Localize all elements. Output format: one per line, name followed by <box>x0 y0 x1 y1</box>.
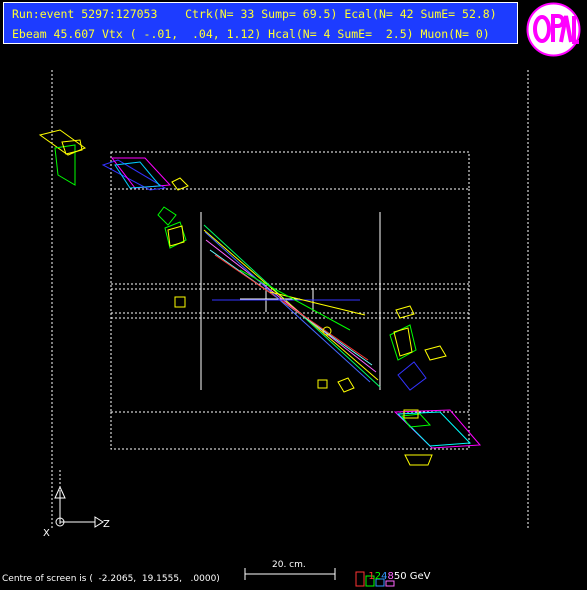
ecal-cluster-lower-right <box>317 305 482 466</box>
axis-x-label: X <box>43 528 50 539</box>
energy-scale-value: 50 GeV <box>393 571 431 582</box>
event-display-canvas <box>38 70 529 587</box>
energy-scale-legend: 124850 GeV <box>362 560 431 582</box>
track-bundle <box>203 224 381 388</box>
ecal-cluster-upper-left <box>38 129 189 308</box>
axis-z-label: Z <box>103 519 110 530</box>
jet-chamber-boundaries <box>200 212 381 390</box>
scale-label: 20. cm. <box>272 560 306 570</box>
axis-indicator <box>54 470 104 528</box>
screen-centre-text: Centre of screen is ( -2.2065, 19.1555, … <box>2 574 220 584</box>
